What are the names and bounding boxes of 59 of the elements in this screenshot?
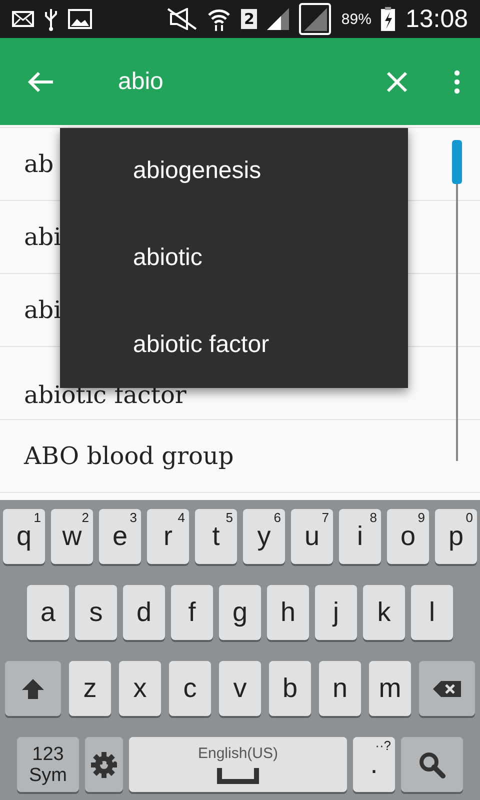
suggestion-item[interactable]: abiogenesis <box>133 157 262 186</box>
keyboard-key[interactable]: t 5 <box>195 509 237 564</box>
keyboard-key[interactable]: u 7 <box>291 509 333 564</box>
result-item[interactable]: abi <box>24 296 62 324</box>
search-key[interactable] <box>401 737 463 792</box>
keyboard-key[interactable]: s <box>75 585 117 640</box>
keyboard-key[interactable]: v <box>219 661 261 716</box>
keyboard-key[interactable]: q 1 <box>3 509 45 564</box>
backspace-icon <box>433 680 461 696</box>
image-icon <box>68 9 92 29</box>
settings-icon <box>90 750 118 778</box>
keyboard-key[interactable]: g <box>219 585 261 640</box>
keyboard-key[interactable]: b <box>269 661 311 716</box>
suggestion-item[interactable]: abiotic factor <box>133 330 270 359</box>
result-item[interactable]: abi <box>24 223 62 251</box>
signal-icon <box>267 8 290 30</box>
keyboard-key[interactable]: p 0 <box>435 509 477 564</box>
keyboard-key[interactable]: k <box>363 585 405 640</box>
back-icon[interactable] <box>28 70 54 92</box>
backspace-key[interactable] <box>419 661 475 716</box>
keyboard-key[interactable]: f <box>171 585 213 640</box>
up-arrow-icon <box>21 676 45 700</box>
keyboard-key[interactable]: c <box>169 661 211 716</box>
symbols-key[interactable]: 123 Sym <box>17 737 79 792</box>
keyboard-key[interactable]: j <box>315 585 357 640</box>
keyboard-key[interactable]: d <box>123 585 165 640</box>
mail-icon <box>12 11 34 27</box>
keyboard-key[interactable]: o 9 <box>387 509 429 564</box>
keyboard-key[interactable]: n <box>319 661 361 716</box>
clock: 13:08 <box>405 4 468 34</box>
usb-icon <box>44 7 58 31</box>
shift-key[interactable] <box>5 661 61 716</box>
close-icon[interactable] <box>386 70 408 92</box>
space-icon <box>217 768 259 784</box>
wifi-icon <box>206 7 231 31</box>
result-item[interactable]: ab <box>24 150 54 178</box>
keyboard-key[interactable]: x <box>119 661 161 716</box>
keyboard-key[interactable]: h <box>267 585 309 640</box>
result-item[interactable]: ABO blood group <box>24 442 234 470</box>
keyboard-key[interactable]: e 3 <box>99 509 141 564</box>
keyboard-key[interactable]: m <box>369 661 411 716</box>
scrollbar-thumb[interactable] <box>452 140 462 184</box>
search-icon <box>418 750 446 778</box>
battery-percentage: 89% <box>341 10 372 28</box>
keyboard-key[interactable]: a <box>27 585 69 640</box>
keyboard-key[interactable]: r 4 <box>147 509 189 564</box>
battery-charging-icon <box>381 7 396 31</box>
mute-icon <box>166 8 197 30</box>
signal-icon <box>299 3 332 35</box>
settings-key[interactable] <box>85 737 123 792</box>
keyboard-key[interactable]: w 2 <box>51 509 93 564</box>
keyboard-key[interactable]: l <box>411 585 453 640</box>
sim-slot-number: 2 <box>240 9 258 29</box>
keyboard-key[interactable]: y 6 <box>243 509 285 564</box>
suggestion-item[interactable]: abiotic <box>133 244 202 272</box>
keyboard-key[interactable]: . ··? <box>353 737 395 792</box>
keyboard-key[interactable]: z <box>69 661 111 716</box>
keyboard-key[interactable]: i 8 <box>339 509 381 564</box>
space-bar[interactable]: English(US) <box>129 737 347 792</box>
